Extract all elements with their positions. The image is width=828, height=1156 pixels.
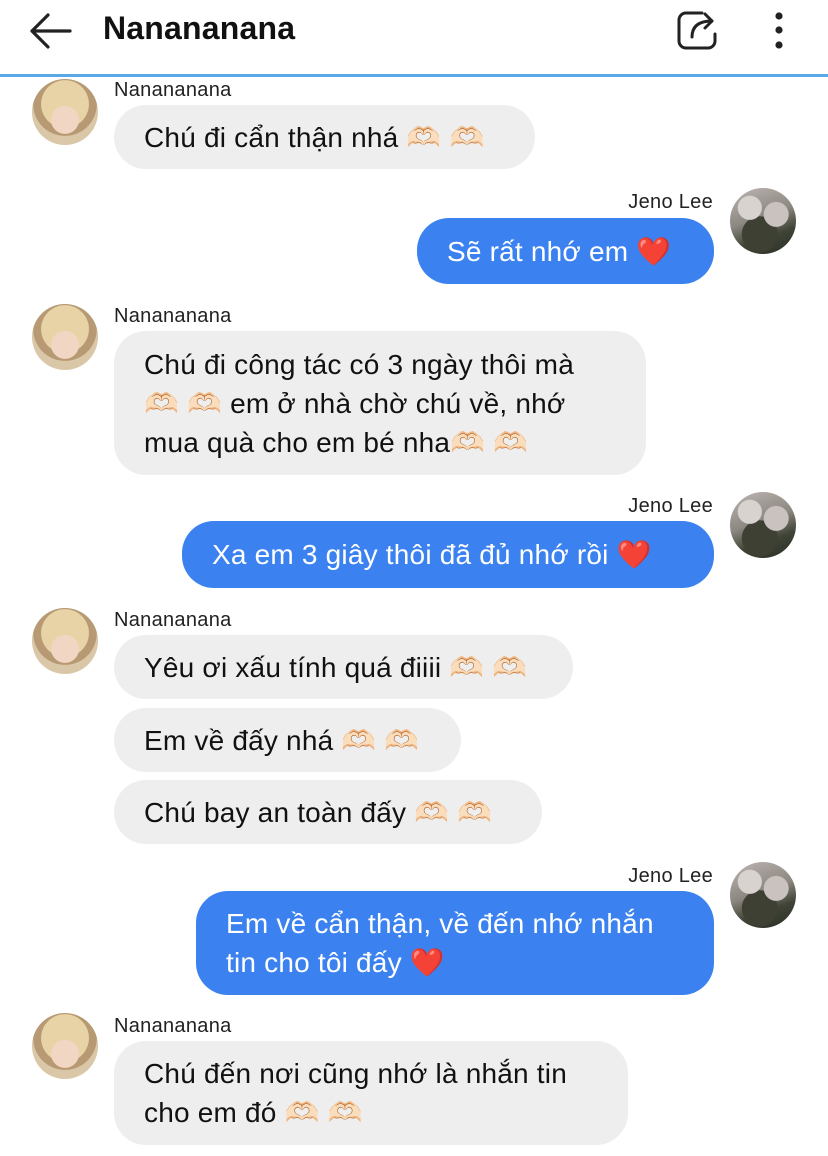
share-button[interactable] [672, 4, 724, 56]
sender-name: Nanananana [114, 609, 232, 631]
sender-name: Jeno Lee [628, 865, 713, 887]
avatar[interactable] [730, 188, 796, 254]
message-text: Em về đấy nhá 🫶🏻 🫶🏻 [144, 724, 420, 756]
message-text: Em về cẩn thận, về đến nhớ nhắn tin cho … [226, 908, 662, 978]
message-feed[interactable]: Nanananana Chú đi cẩn thận nhá 🫶🏻 🫶🏻 Jen… [0, 77, 828, 1156]
avatar[interactable] [32, 304, 98, 370]
avatar[interactable] [32, 79, 98, 145]
more-vertical-icon [775, 12, 783, 49]
message-text: Chú đi công tác có 3 ngày thôi mà 🫶🏻 🫶🏻 … [144, 348, 582, 458]
avatar[interactable] [730, 492, 796, 558]
message-bubble[interactable]: Chú bay an toàn đấy 🫶🏻 🫶🏻 [114, 780, 542, 844]
avatar[interactable] [32, 608, 98, 674]
message-text: Xa em 3 giây thôi đã đủ nhớ rồi ❤️ [212, 539, 652, 570]
message-text: Chú đi cẩn thận nhá 🫶🏻 🫶🏻 [144, 121, 485, 153]
message-bubble[interactable]: Sẽ rất nhớ em ❤️ [417, 218, 714, 284]
message-bubble[interactable]: Chú đến nơi cũng nhớ là nhắn tin cho em … [114, 1041, 628, 1145]
message-text: Chú đến nơi cũng nhớ là nhắn tin cho em … [144, 1058, 575, 1128]
message-text: Chú bay an toàn đấy 🫶🏻 🫶🏻 [144, 796, 493, 828]
message-bubble[interactable]: Yêu ơi xấu tính quá điiii 🫶🏻 🫶🏻 [114, 635, 573, 699]
back-button[interactable] [22, 8, 78, 56]
message-bubble[interactable]: Xa em 3 giây thôi đã đủ nhớ rồi ❤️ [182, 521, 714, 588]
share-icon [677, 11, 717, 50]
avatar[interactable] [32, 1013, 98, 1079]
message-bubble[interactable]: Em về cẩn thận, về đến nhớ nhắn tin cho … [196, 891, 714, 995]
arrow-left-icon [30, 13, 72, 49]
sender-name: Nanananana [114, 79, 232, 101]
message-bubble[interactable]: Em về đấy nhá 🫶🏻 🫶🏻 [114, 708, 461, 772]
message-bubble[interactable]: Chú đi công tác có 3 ngày thôi mà 🫶🏻 🫶🏻 … [114, 331, 646, 475]
sender-name: Jeno Lee [628, 191, 713, 213]
message-text: Yêu ơi xấu tính quá điiii 🫶🏻 🫶🏻 [144, 651, 528, 683]
avatar[interactable] [730, 862, 796, 928]
sender-name: Jeno Lee [628, 495, 713, 517]
sender-name: Nanananana [114, 1015, 232, 1037]
chat-title: Nanananana [103, 10, 296, 46]
chat-header: Nanananana [0, 0, 828, 77]
sender-name: Nanananana [114, 305, 232, 327]
message-text: Sẽ rất nhớ em ❤️ [447, 235, 672, 267]
more-options-button[interactable] [760, 4, 798, 56]
message-bubble[interactable]: Chú đi cẩn thận nhá 🫶🏻 🫶🏻 [114, 105, 535, 169]
